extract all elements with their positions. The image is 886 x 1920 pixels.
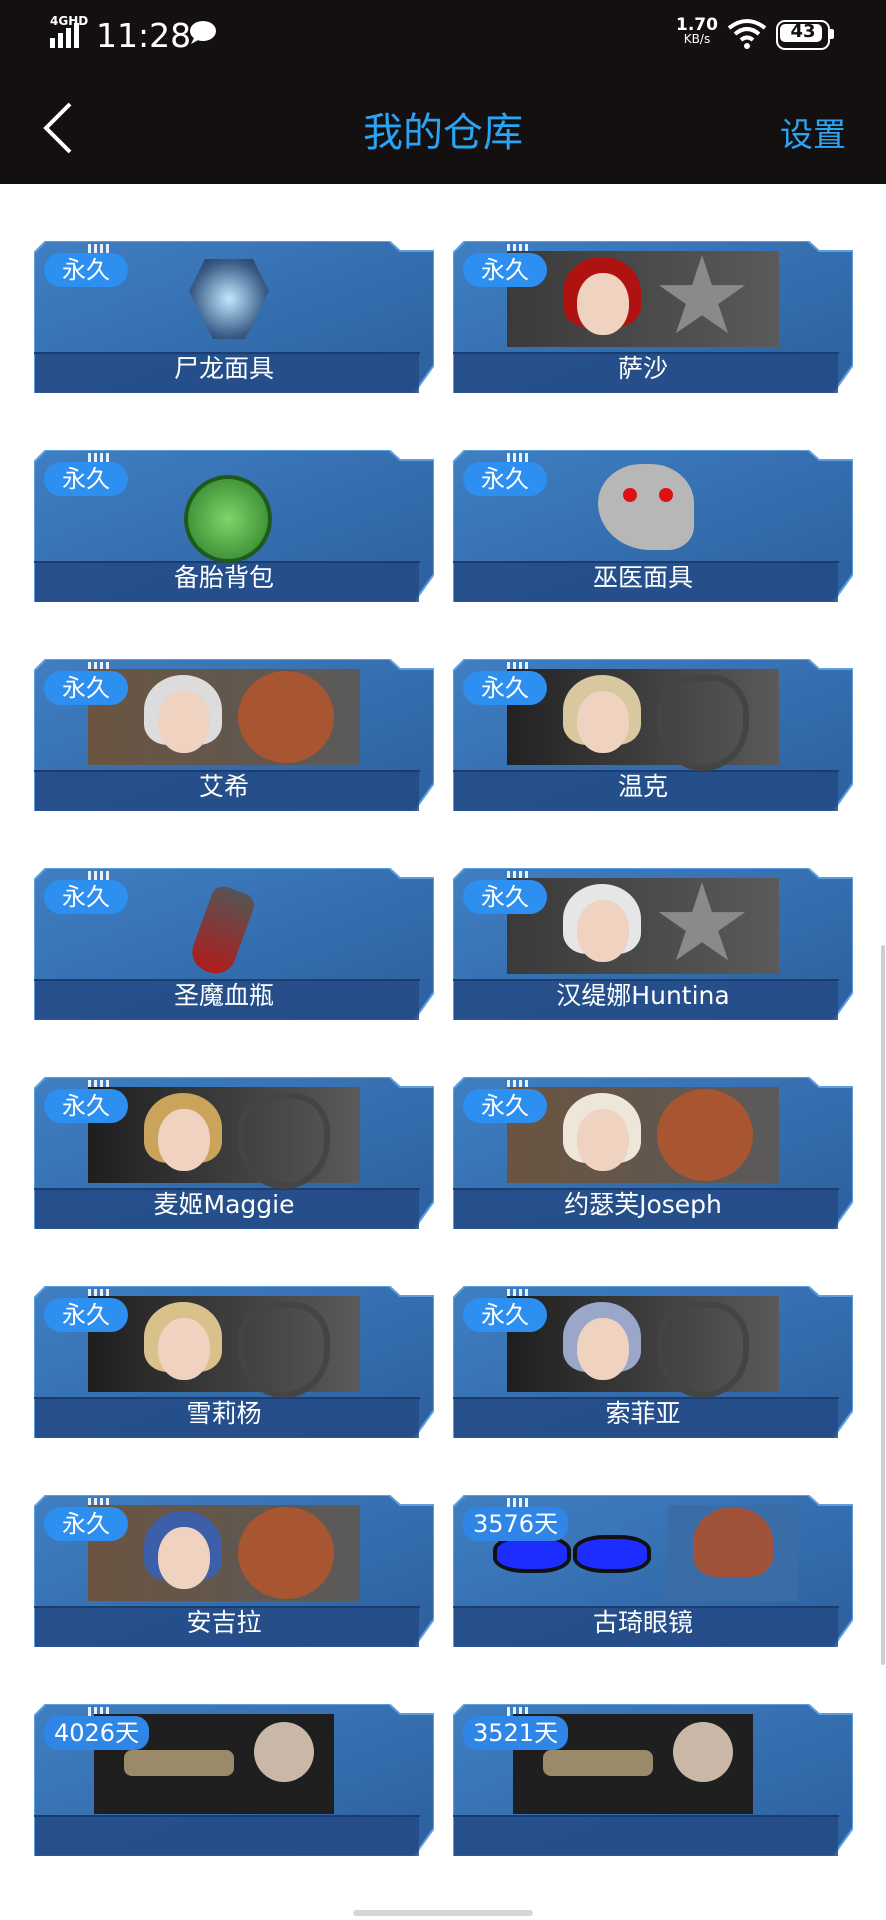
item-name: 圣魔血瓶	[173, 981, 274, 1010]
wifi-icon	[727, 19, 767, 49]
backpack-icon	[184, 475, 272, 563]
character-hair	[693, 1507, 773, 1577]
portrait-panel	[88, 1296, 360, 1398]
fist-emblem	[657, 1089, 753, 1181]
clock: 11:28	[96, 16, 192, 55]
duration-badge: 永久	[44, 253, 128, 287]
eye-dot	[623, 488, 637, 502]
portrait-panel	[507, 1296, 779, 1398]
character-face	[158, 691, 210, 753]
duration-badge: 3576天	[463, 1507, 569, 1541]
duration-badge: 永久	[463, 253, 547, 287]
app-header: 4GHD 11:28 1.70 KB/s 43 我的仓库 设置	[0, 0, 886, 184]
item-name: 约瑟芙Joseph	[564, 1190, 722, 1219]
blood-vial-icon	[186, 883, 258, 979]
duration-badge: 3521天	[463, 1716, 569, 1750]
star-emblem	[658, 882, 746, 961]
fist-emblem	[238, 671, 334, 763]
portrait-panel	[88, 1087, 360, 1189]
duration-badge: 永久	[463, 1089, 547, 1123]
item-grid: 圣骑士军帽 靡音降噪耳机	[0, 0, 886, 1920]
signal-icon	[50, 23, 79, 48]
item-card[interactable]: 永久 安吉拉	[34, 1495, 434, 1647]
item-card[interactable]: 永久 温克	[453, 659, 853, 811]
item-card[interactable]: 4026天	[34, 1704, 434, 1856]
item-card[interactable]: 永久 巫医面具	[453, 450, 853, 602]
item-name: 古琦眼镜	[592, 1608, 693, 1637]
portrait-panel	[507, 669, 779, 771]
character-face	[577, 900, 629, 962]
dragon-mask-icon	[189, 259, 269, 339]
item-name: 索菲亚	[605, 1399, 681, 1428]
character-face	[158, 1109, 210, 1171]
goggles-icon	[124, 1750, 234, 1776]
character-face	[577, 1109, 629, 1171]
character-face	[577, 273, 629, 335]
item-name: 温克	[617, 772, 668, 801]
item-card[interactable]: 永久 汉缇娜Huntina	[453, 868, 853, 1020]
duration-badge: 永久	[44, 462, 128, 496]
glasses-icon	[573, 1535, 651, 1573]
status-bar: 4GHD 11:28 1.70 KB/s 43	[0, 0, 886, 70]
item-card[interactable]: 永久 备胎背包	[34, 450, 434, 602]
duration-badge: 永久	[44, 1507, 128, 1541]
item-card[interactable]: 永久 索菲亚	[453, 1286, 853, 1438]
duration-badge: 永久	[44, 880, 128, 914]
goggles-icon	[543, 1750, 653, 1776]
settings-button[interactable]: 设置	[780, 108, 846, 156]
character-face	[577, 691, 629, 753]
duration-badge: 永久	[44, 1298, 128, 1332]
item-card[interactable]: 永久 尸龙面具	[34, 241, 434, 393]
item-name: 萨沙	[617, 354, 668, 383]
item-name: 雪莉杨	[186, 1399, 262, 1428]
plague-mask-icon	[598, 464, 694, 550]
duration-badge: 永久	[44, 1089, 128, 1123]
chat-bubble-icon	[190, 21, 216, 44]
portrait-panel	[507, 251, 779, 347]
laurel-emblem	[238, 1302, 330, 1398]
item-card[interactable]: 永久 萨沙	[453, 241, 853, 393]
item-card[interactable]: 永久 麦姬Maggie	[34, 1077, 434, 1229]
portrait-panel	[507, 878, 779, 974]
item-name: 巫医面具	[592, 563, 693, 592]
character-face	[158, 1527, 210, 1589]
item-name: 麦姬Maggie	[153, 1190, 295, 1219]
fist-emblem	[238, 1507, 334, 1599]
item-name: 尸龙面具	[173, 354, 274, 383]
item-card[interactable]: 永久 圣魔血瓶	[34, 868, 434, 1020]
portrait-panel	[507, 1087, 779, 1183]
item-card[interactable]: 永久 艾希	[34, 659, 434, 811]
battery-icon: 43	[776, 20, 834, 50]
item-card[interactable]: 3576天 古琦眼镜	[453, 1495, 853, 1647]
duration-badge: 永久	[463, 880, 547, 914]
item-name: 艾希	[198, 772, 249, 801]
item-card[interactable]: 3521天	[453, 1704, 853, 1856]
eye-dot	[659, 488, 673, 502]
character-face	[158, 1318, 210, 1380]
network-speed: 1.70 KB/s	[676, 15, 718, 47]
laurel-emblem	[657, 1302, 749, 1398]
item-name: 汉缇娜Huntina	[556, 981, 730, 1010]
home-indicator[interactable]	[353, 1910, 533, 1916]
duration-badge: 4026天	[44, 1716, 150, 1750]
character-face	[577, 1318, 629, 1380]
laurel-emblem	[657, 675, 749, 771]
character-face	[673, 1722, 733, 1782]
scrollbar[interactable]	[881, 945, 885, 1665]
item-card[interactable]: 永久 雪莉杨	[34, 1286, 434, 1438]
item-name: 安吉拉	[186, 1608, 262, 1637]
duration-badge: 永久	[44, 671, 128, 705]
item-name: 备胎背包	[173, 563, 274, 592]
star-emblem	[658, 255, 746, 334]
duration-badge: 永久	[463, 462, 547, 496]
portrait-panel	[88, 669, 360, 765]
item-card[interactable]: 永久 约瑟芙Joseph	[453, 1077, 853, 1229]
duration-badge: 永久	[463, 671, 547, 705]
page-title: 我的仓库	[363, 110, 523, 156]
character-face	[254, 1722, 314, 1782]
laurel-emblem	[238, 1093, 330, 1189]
duration-badge: 永久	[463, 1298, 547, 1332]
portrait-panel	[88, 1505, 360, 1601]
